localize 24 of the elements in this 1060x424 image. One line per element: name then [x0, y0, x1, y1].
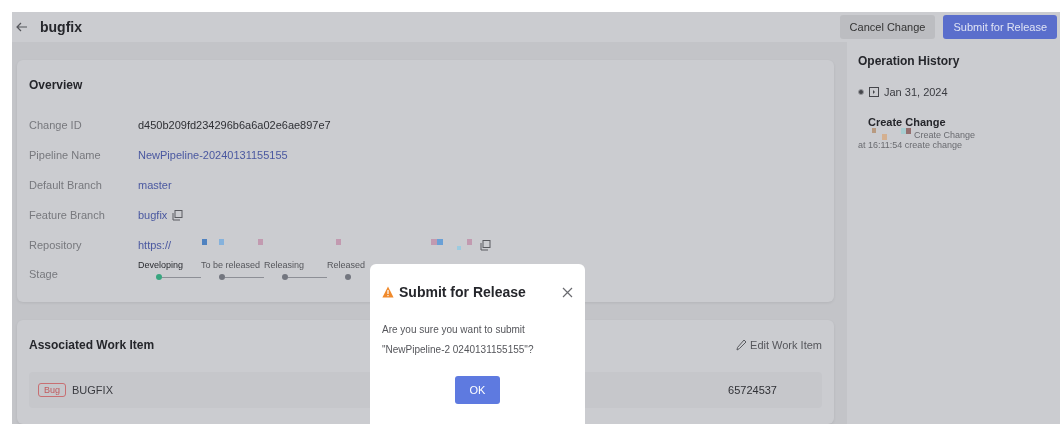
field-label: Pipeline Name [29, 149, 102, 161]
work-item-name: BUGFIX [72, 384, 113, 396]
stage-label: Developing [138, 260, 185, 270]
card-title: Associated Work Item [29, 338, 155, 352]
history-detail: at 16:11:54 create change [858, 140, 963, 150]
dialog-title: Submit for Release [399, 284, 527, 300]
page-title: bugfix [40, 19, 82, 35]
field-label: Feature Branch [29, 209, 106, 221]
stage-label: To be released [201, 260, 262, 270]
field-label: Repository [29, 239, 83, 251]
work-item-id: 65724537 [728, 384, 777, 396]
field-value: d450b209fd234296b6a6a02e6ae897e7 [138, 119, 331, 131]
history-entry-title: Create Change [868, 116, 947, 128]
stage-label: Released [327, 260, 367, 270]
card-title: Overview [29, 78, 84, 92]
history-date: Jan 31, 2024 [884, 86, 948, 98]
stage-label: Releasing [264, 260, 306, 270]
field-label: Change ID [29, 119, 83, 131]
panel-title: Operation History [858, 54, 961, 68]
history-action: Create Change [914, 130, 976, 140]
dialog-message: Are you sure you want to submit "NewPipeline-2 0240131155155"? [382, 323, 535, 357]
field-label: Stage [29, 268, 59, 280]
field-label: Default Branch [29, 179, 103, 191]
bug-tag: Bug [38, 383, 66, 397]
